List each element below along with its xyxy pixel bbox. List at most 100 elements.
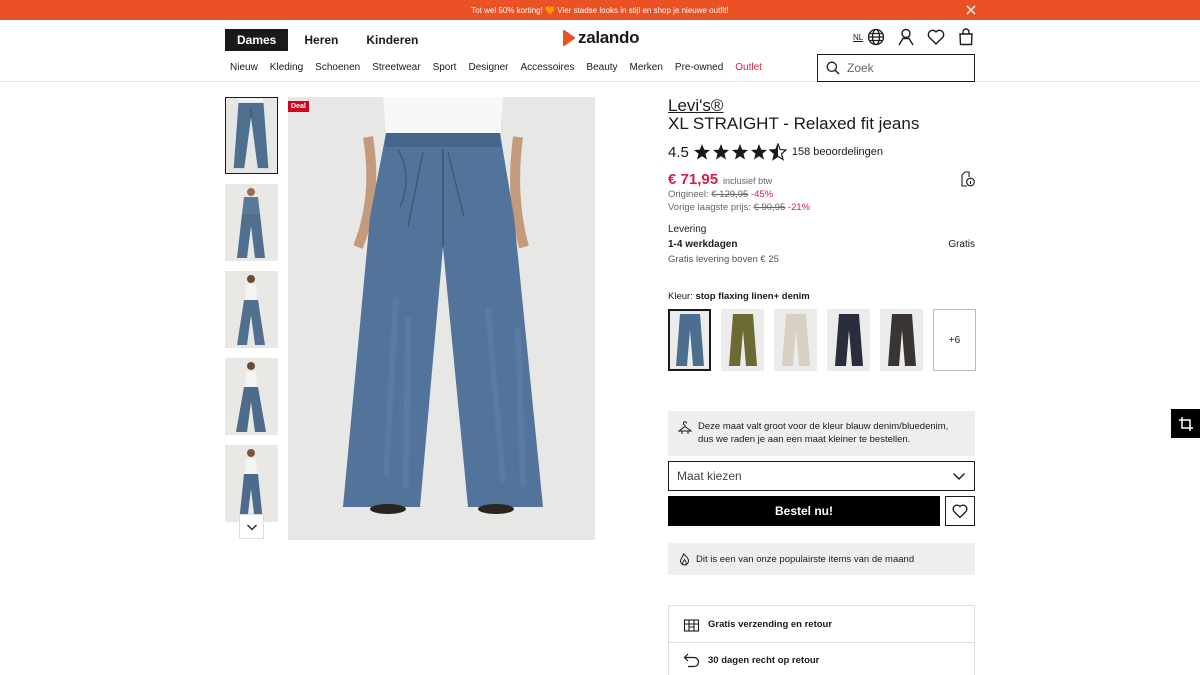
account-icon[interactable] [897, 28, 915, 46]
color-swatches: +6 [668, 309, 976, 371]
chevron-down-icon [246, 524, 257, 530]
nav-item-beauty[interactable]: Beauty [586, 62, 617, 73]
color-value: stop flaxing linen+ denim [695, 291, 810, 302]
benefit-text: Gratis verzending en retour [708, 618, 833, 630]
nav-item-accessoires[interactable]: Accessoires [521, 62, 575, 73]
logo-icon [563, 30, 575, 46]
return-arrow-icon [683, 653, 700, 668]
nav-item-outlet[interactable]: Outlet [735, 62, 762, 73]
category-nav: Nieuw Kleding Schoenen Streetwear Sport … [230, 62, 774, 73]
thumbnail-1[interactable] [225, 97, 278, 174]
thumbnail-5[interactable] [225, 445, 278, 522]
delivery-free-note: Gratis levering boven € 25 [668, 254, 779, 265]
nav-item-streetwear[interactable]: Streetwear [372, 62, 420, 73]
promo-text: Tot wel 50% korting! 🧡 Vier stadse looks… [471, 5, 729, 15]
color-swatch-3[interactable] [774, 309, 817, 371]
thumbnail-next-button[interactable] [239, 514, 264, 539]
brand-link[interactable]: Levi's® [668, 96, 723, 116]
hanger-icon [678, 421, 692, 434]
color-label: Kleur: stop flaxing linen+ denim [668, 291, 810, 302]
size-placeholder: Maat kiezen [677, 469, 742, 483]
review-count: 158 beoordelingen [791, 146, 883, 158]
nav-item-merken[interactable]: Merken [630, 62, 663, 73]
thumbnail-strip [225, 97, 278, 540]
buy-now-button[interactable]: Bestel nu! [668, 496, 940, 526]
fit-advice: Deze maat valt groot voor de kleur blauw… [668, 411, 975, 456]
previous-label: Vorige laagste prijs: [668, 202, 751, 213]
nav-item-schoenen[interactable]: Schoenen [315, 62, 360, 73]
star-icon [693, 144, 710, 160]
chevron-down-icon [953, 473, 965, 480]
tab-kinderen[interactable]: Kinderen [354, 29, 430, 51]
thumbnail-3[interactable] [225, 271, 278, 348]
nav-item-sport[interactable]: Sport [433, 62, 457, 73]
benefit-free-shipping: Gratis verzending en retour [669, 606, 974, 642]
size-select[interactable]: Maat kiezen [668, 461, 975, 491]
rating-stars [693, 143, 788, 161]
current-price: € 71,95 [668, 171, 719, 188]
original-price-line: Origineel: € 129,95 -45% [668, 189, 773, 200]
original-price: € 129,95 [711, 189, 749, 200]
side-crop-tool[interactable] [1171, 409, 1200, 438]
price-block: € 71,95 inclusief btw [668, 171, 772, 188]
original-label: Origineel: [668, 189, 709, 200]
color-swatch-2[interactable] [721, 309, 764, 371]
product-main-image[interactable] [288, 97, 595, 540]
nav-item-kleding[interactable]: Kleding [270, 62, 303, 73]
search-box[interactable] [817, 54, 975, 82]
previous-price: € 90,95 [753, 202, 786, 213]
deal-badge: Deal [288, 101, 309, 112]
gift-box-icon [683, 618, 700, 632]
rating-summary[interactable]: 4.5 158 beoordelingen [668, 143, 883, 161]
nav-item-designer[interactable]: Designer [468, 62, 508, 73]
benefits-list: Gratis verzending en retour 30 dagen rec… [668, 605, 975, 675]
promo-banner[interactable]: Tot wel 50% korting! 🧡 Vier stadse looks… [0, 0, 1200, 20]
previous-price-line: Vorige laagste prijs: € 90,95 -21% [668, 202, 810, 213]
more-colors-button[interactable]: +6 [933, 309, 976, 371]
product-name: XL STRAIGHT - Relaxed fit jeans [668, 114, 920, 133]
bag-icon[interactable] [957, 28, 975, 46]
language-label[interactable]: NL [853, 33, 863, 42]
fit-advice-text: Deze maat valt groot voor de kleur blauw… [698, 421, 949, 445]
color-swatch-5[interactable] [880, 309, 923, 371]
benefit-text: 30 dagen recht op retour [708, 655, 820, 666]
price-info-icon[interactable] [959, 171, 975, 187]
nav-item-pre-owned[interactable]: Pre-owned [675, 62, 723, 73]
tab-heren[interactable]: Heren [292, 29, 350, 51]
search-input[interactable] [847, 61, 967, 75]
delivery-title: Levering [668, 224, 707, 235]
globe-icon[interactable] [867, 28, 885, 46]
star-icon [712, 144, 729, 160]
close-icon[interactable] [964, 3, 978, 17]
star-icon [750, 144, 767, 160]
vat-label: inclusief btw [723, 176, 773, 186]
nav-item-nieuw[interactable]: Nieuw [230, 62, 258, 73]
logo-text: zalando [578, 28, 640, 47]
zalando-logo[interactable]: zalando [560, 28, 639, 48]
popular-note: Dit is een van onze populairste items va… [668, 543, 975, 575]
gender-tabs: Dames Heren Kinderen [225, 29, 434, 51]
tab-dames[interactable]: Dames [225, 29, 289, 51]
search-icon [826, 61, 840, 75]
previous-discount: -21% [787, 202, 811, 213]
flame-icon [679, 552, 690, 566]
add-to-wishlist-button[interactable] [945, 496, 975, 526]
color-swatch-1[interactable] [668, 309, 711, 371]
original-discount: -45% [750, 189, 774, 200]
half-star-icon [768, 143, 787, 161]
color-label-text: Kleur: [668, 291, 693, 302]
site-header: Dames Heren Kinderen zalando NL Nieuw Kl… [0, 20, 1200, 82]
header-actions: NL [853, 28, 987, 46]
benefit-return: 30 dagen recht op retour [669, 642, 974, 675]
star-icon [731, 144, 748, 160]
crop-icon [1178, 416, 1193, 431]
wishlist-icon[interactable] [927, 28, 945, 46]
thumbnail-4[interactable] [225, 358, 278, 435]
color-swatch-4[interactable] [827, 309, 870, 371]
rating-value: 4.5 [668, 143, 689, 161]
popular-note-text: Dit is een van onze populairste items va… [696, 553, 915, 565]
delivery-cost: Gratis [948, 239, 975, 250]
delivery-days: 1-4 werkdagen [668, 239, 738, 250]
thumbnail-2[interactable] [225, 184, 278, 261]
heart-icon [952, 504, 968, 519]
